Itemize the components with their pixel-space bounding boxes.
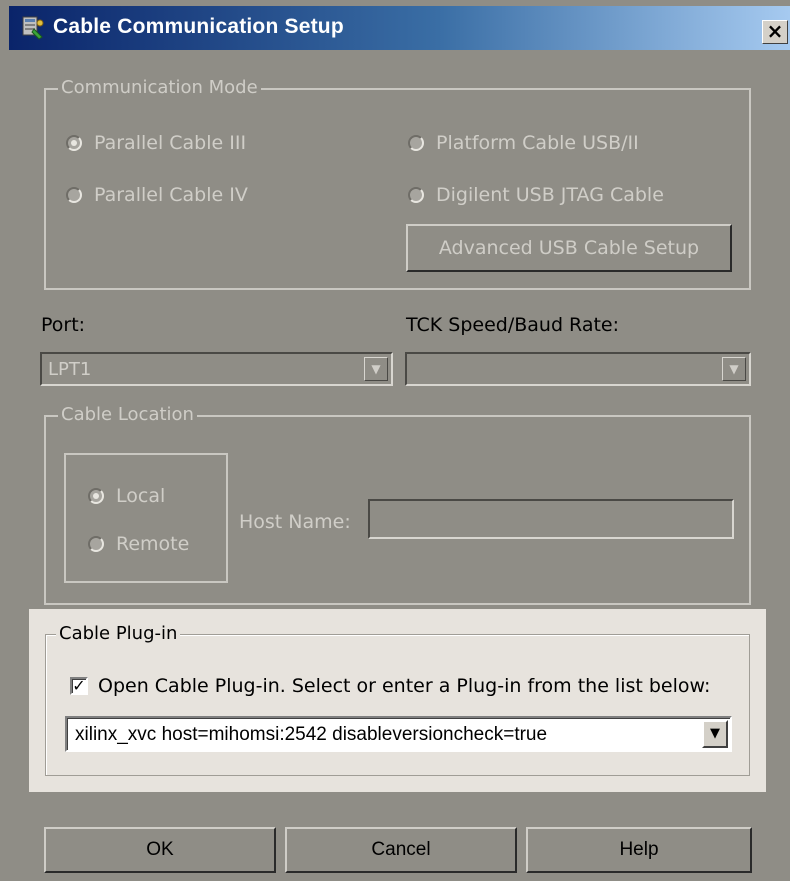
- cancel-button[interactable]: Cancel: [285, 827, 517, 873]
- communication-mode-legend: Communication Mode: [58, 76, 261, 100]
- host-name-input[interactable]: [368, 499, 734, 539]
- radio-label: Platform Cable USB/II: [436, 132, 639, 154]
- radio-unselected-icon: [408, 187, 424, 203]
- cable-location-legend: Cable Location: [58, 403, 197, 427]
- radio-selected-icon: [88, 488, 104, 504]
- host-name-label: Host Name:: [239, 511, 351, 533]
- cable-plugin-panel: Cable Plug-in ✓ Open Cable Plug-in. Sele…: [29, 609, 766, 792]
- tck-speed-select[interactable]: ▼: [405, 352, 751, 386]
- cable-plugin-group: Cable Plug-in ✓ Open Cable Plug-in. Sele…: [45, 622, 750, 776]
- radio-label: Digilent USB JTAG Cable: [436, 184, 664, 206]
- chevron-down-icon[interactable]: ▼: [722, 357, 746, 381]
- radio-local[interactable]: Local: [88, 485, 165, 507]
- plugin-select-value[interactable]: xilinx_xvc host=mihomsi:2542 disablevers…: [75, 724, 547, 746]
- tck-speed-label: TCK Speed/Baud Rate:: [406, 314, 620, 336]
- title-bar[interactable]: Cable Communication Setup ×: [9, 6, 790, 50]
- radio-label: Remote: [116, 533, 190, 555]
- radio-label: Parallel Cable IV: [94, 184, 248, 206]
- radio-label: Parallel Cable III: [94, 132, 247, 154]
- radio-parallel-cable-iii[interactable]: Parallel Cable III: [66, 132, 246, 154]
- radio-selected-icon: [66, 135, 82, 151]
- cable-communication-setup-dialog: Cable Communication Setup × Communicatio…: [0, 0, 790, 881]
- chevron-down-icon[interactable]: ▼: [364, 357, 388, 381]
- port-label: Port:: [41, 314, 86, 336]
- radio-remote[interactable]: Remote: [88, 533, 189, 555]
- radio-platform-cable-usb-ii[interactable]: Platform Cable USB/II: [408, 132, 639, 154]
- communication-mode-group: Communication Mode Parallel Cable III Pa…: [44, 76, 751, 290]
- port-select[interactable]: LPT1 ▼: [40, 352, 393, 386]
- radio-unselected-icon: [88, 536, 104, 552]
- chevron-down-icon[interactable]: ▼: [702, 720, 728, 748]
- radio-parallel-cable-iv[interactable]: Parallel Cable IV: [66, 184, 248, 206]
- plugin-select[interactable]: xilinx_xvc host=mihomsi:2542 disablevers…: [65, 716, 732, 752]
- radio-label: Local: [116, 485, 166, 507]
- local-remote-box: Local Remote: [64, 453, 228, 583]
- window-title: Cable Communication Setup: [53, 15, 344, 38]
- advanced-usb-cable-setup-button[interactable]: Advanced USB Cable Setup: [406, 224, 732, 272]
- close-button[interactable]: ×: [762, 20, 788, 44]
- open-cable-plugin-checkbox-row[interactable]: ✓ Open Cable Plug-in. Select or enter a …: [70, 675, 710, 697]
- cable-plugin-legend: Cable Plug-in: [56, 622, 181, 646]
- open-cable-plugin-checkbox[interactable]: ✓: [70, 677, 88, 695]
- help-button[interactable]: Help: [526, 827, 752, 873]
- cable-location-group: Cable Location Local Remote Host Name:: [44, 403, 751, 605]
- radio-digilent-usb-jtag-cable[interactable]: Digilent USB JTAG Cable: [408, 184, 664, 206]
- open-cable-plugin-label: Open Cable Plug-in. Select or enter a Pl…: [98, 675, 711, 697]
- radio-unselected-icon: [408, 135, 424, 151]
- ok-button[interactable]: OK: [44, 827, 276, 873]
- app-icon: [22, 16, 44, 40]
- radio-unselected-icon: [66, 187, 82, 203]
- port-select-value: LPT1: [48, 359, 92, 380]
